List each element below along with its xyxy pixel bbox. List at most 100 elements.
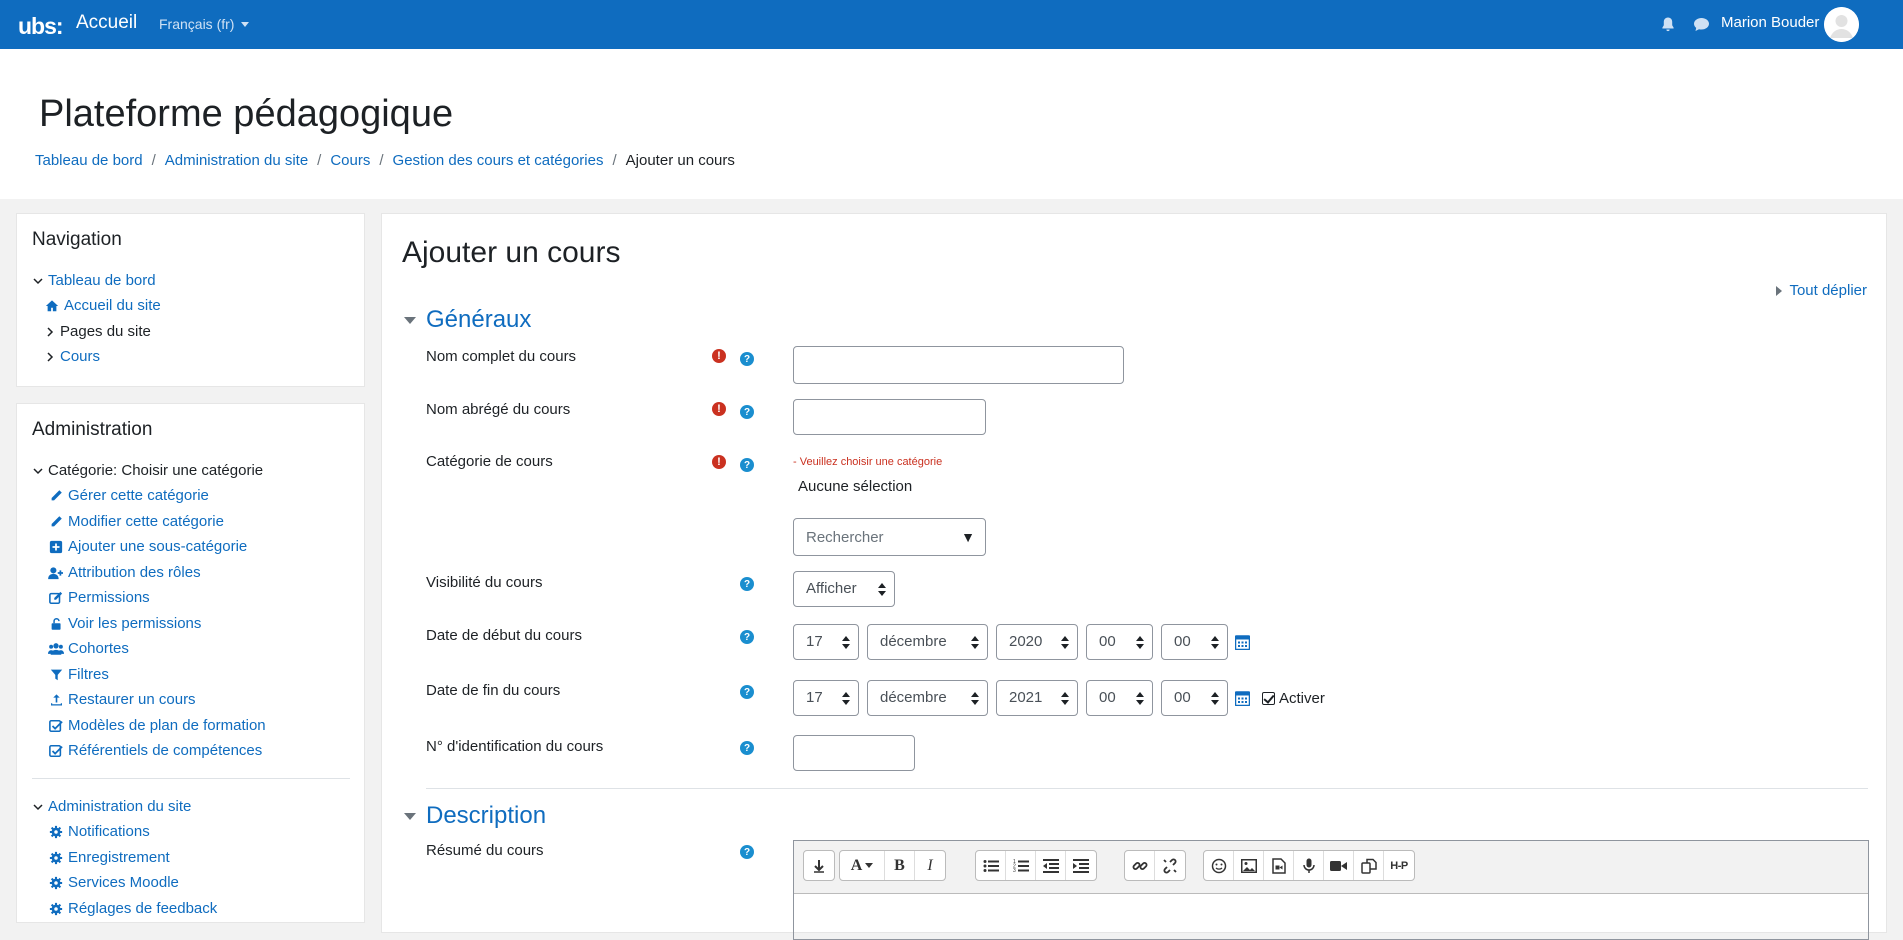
site-admin-item-label[interactable]: Services Moodle <box>68 874 179 891</box>
admin-item-permissions[interactable]: Permissions <box>48 589 150 606</box>
indent-icon[interactable] <box>1066 851 1096 880</box>
section-general-toggle[interactable]: Généraux <box>404 306 531 334</box>
idnumber-input[interactable] <box>793 735 915 771</box>
fullname-input[interactable] <box>793 346 1124 384</box>
visibility-select[interactable]: Afficher <box>793 571 895 607</box>
admin-item-label[interactable]: Voir les permissions <box>68 615 201 632</box>
help-icon[interactable]: ? <box>740 685 754 699</box>
breadcrumb-site-admin[interactable]: Administration du site <box>165 152 308 169</box>
nav-item-site-pages[interactable]: Pages du site <box>44 323 151 340</box>
manage-files-icon[interactable] <box>1354 851 1384 880</box>
admin-item-label[interactable]: Cohortes <box>68 640 129 657</box>
site-admin-item-notifications[interactable]: Notifications <box>48 823 150 840</box>
start-month-select[interactable]: décembre <box>867 624 988 660</box>
expand-all-link[interactable]: Tout déplier <box>1776 282 1867 299</box>
start-minute-select[interactable]: 00 <box>1161 624 1228 660</box>
breadcrumb-courses[interactable]: Cours <box>330 152 370 169</box>
help-icon[interactable]: ? <box>740 630 754 644</box>
nav-item-site-home-label[interactable]: Accueil du site <box>64 297 161 314</box>
admin-item-add-subcategory[interactable]: Ajouter une sous-catégorie <box>48 538 247 555</box>
admin-item-filters[interactable]: Filtres <box>48 666 109 683</box>
bell-icon[interactable] <box>1660 16 1676 32</box>
admin-site-admin-node[interactable]: Administration du site <box>32 798 191 815</box>
section-description-toggle[interactable]: Description <box>404 802 546 830</box>
end-minute-value: 00 <box>1174 689 1191 706</box>
admin-item-manage-category[interactable]: Gérer cette catégorie <box>48 487 209 504</box>
admin-item-label[interactable]: Restaurer un cours <box>68 691 196 708</box>
emoticon-icon[interactable] <box>1204 851 1234 880</box>
link-icon[interactable] <box>1125 851 1155 880</box>
admin-item-label[interactable]: Filtres <box>68 666 109 683</box>
unlink-icon[interactable] <box>1155 851 1185 880</box>
start-hour-select[interactable]: 00 <box>1086 624 1153 660</box>
record-audio-icon[interactable] <box>1294 851 1324 880</box>
admin-site-admin-label[interactable]: Administration du site <box>48 798 191 815</box>
language-menu[interactable]: Français (fr) <box>159 16 250 32</box>
end-minute-select[interactable]: 00 <box>1161 680 1228 716</box>
help-icon[interactable]: ? <box>740 405 754 419</box>
admin-item-edit-category[interactable]: Modifier cette catégorie <box>48 513 224 530</box>
summary-editor[interactable]: A B I 123 H-P <box>793 840 1869 940</box>
end-hour-select[interactable]: 00 <box>1086 680 1153 716</box>
end-month-select[interactable]: décembre <box>867 680 988 716</box>
admin-item-label[interactable]: Permissions <box>68 589 150 606</box>
calendar-icon[interactable] <box>1235 690 1250 706</box>
nav-home-link[interactable]: Accueil <box>76 12 137 34</box>
start-year-select[interactable]: 2020 <box>996 624 1078 660</box>
user-avatar[interactable] <box>1824 7 1859 42</box>
nav-item-dashboard-label[interactable]: Tableau de bord <box>48 272 156 289</box>
admin-item-restore-course[interactable]: Restaurer un cours <box>48 691 196 708</box>
fullname-label: Nom complet du cours <box>426 348 577 365</box>
nav-item-site-home[interactable]: Accueil du site <box>44 297 161 314</box>
admin-item-competency-frameworks[interactable]: Référentiels de compétences <box>48 742 262 759</box>
help-icon[interactable]: ? <box>740 458 754 472</box>
collapse-icon[interactable] <box>804 851 834 880</box>
outdent-icon[interactable] <box>1036 851 1066 880</box>
media-icon[interactable] <box>1264 851 1294 880</box>
ordered-list-icon[interactable]: 123 <box>1006 851 1036 880</box>
record-video-icon[interactable] <box>1324 851 1354 880</box>
help-icon[interactable]: ? <box>740 741 754 755</box>
block-divider <box>32 778 350 779</box>
italic-icon[interactable]: I <box>915 851 945 880</box>
chat-icon[interactable] <box>1693 17 1710 32</box>
shortname-input[interactable] <box>793 399 986 435</box>
category-search-select[interactable]: Rechercher ▼ <box>793 518 986 556</box>
site-admin-item-registration[interactable]: Enregistrement <box>48 849 170 866</box>
admin-item-label[interactable]: Référentiels de compétences <box>68 742 262 759</box>
admin-item-label[interactable]: Gérer cette catégorie <box>68 487 209 504</box>
site-admin-item-label[interactable]: Enregistrement <box>68 849 170 866</box>
site-admin-item-label[interactable]: Notifications <box>68 823 150 840</box>
bold-icon[interactable]: B <box>885 851 915 880</box>
font-style-icon[interactable]: A <box>840 851 885 880</box>
breadcrumb-course-management[interactable]: Gestion des cours et catégories <box>393 152 604 169</box>
help-icon[interactable]: ? <box>740 577 754 591</box>
calendar-icon[interactable] <box>1235 634 1250 650</box>
start-day-select[interactable]: 17 <box>793 624 859 660</box>
admin-category-node[interactable]: Catégorie: Choisir une catégorie <box>32 462 263 479</box>
admin-item-assign-roles[interactable]: Attribution des rôles <box>48 564 201 581</box>
site-admin-item-moodle-services[interactable]: Services Moodle <box>48 874 179 891</box>
end-day-select[interactable]: 17 <box>793 680 859 716</box>
university-logo[interactable]: ubs: <box>18 9 68 39</box>
nav-item-dashboard[interactable]: Tableau de bord <box>32 272 156 289</box>
user-name[interactable]: Marion Bouder <box>1721 14 1819 31</box>
admin-item-learning-plan-templates[interactable]: Modèles de plan de formation <box>48 717 266 734</box>
nav-item-courses[interactable]: Cours <box>44 348 100 365</box>
admin-item-label[interactable]: Modifier cette catégorie <box>68 513 224 530</box>
admin-item-label[interactable]: Ajouter une sous-catégorie <box>68 538 247 555</box>
breadcrumb-dashboard[interactable]: Tableau de bord <box>35 152 143 169</box>
admin-item-label[interactable]: Attribution des rôles <box>68 564 201 581</box>
visibility-value: Afficher <box>806 580 857 597</box>
image-icon[interactable] <box>1234 851 1264 880</box>
unordered-list-icon[interactable] <box>976 851 1006 880</box>
help-icon[interactable]: ? <box>740 352 754 366</box>
help-icon[interactable]: ? <box>740 845 754 859</box>
admin-item-label[interactable]: Modèles de plan de formation <box>68 717 266 734</box>
h5p-icon[interactable]: H-P <box>1384 851 1414 880</box>
admin-item-check-permissions[interactable]: Voir les permissions <box>48 615 201 632</box>
admin-item-cohorts[interactable]: Cohortes <box>48 640 129 657</box>
end-date-enable-checkbox[interactable]: Activer <box>1262 690 1325 707</box>
end-year-select[interactable]: 2021 <box>996 680 1078 716</box>
nav-item-courses-label[interactable]: Cours <box>60 348 100 365</box>
